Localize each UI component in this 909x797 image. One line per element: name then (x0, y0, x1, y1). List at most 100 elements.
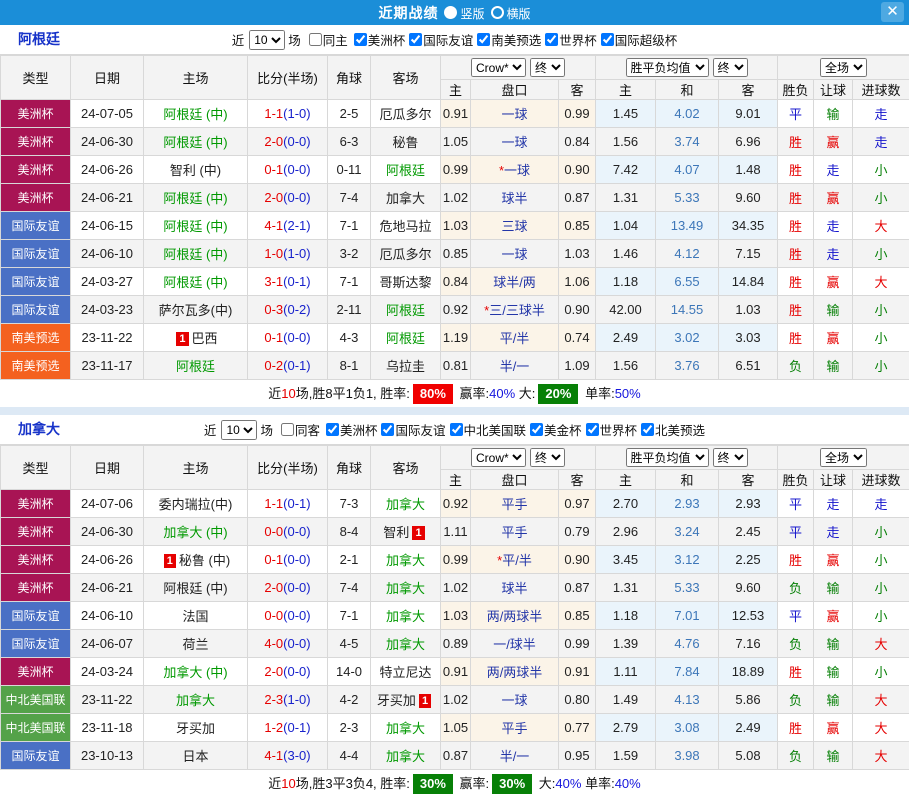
col-home: 主场 (144, 446, 248, 490)
handicap-away-odds: 0.79 (559, 518, 596, 546)
avg-home-odds: 42.00 (596, 296, 656, 324)
col-away: 客场 (371, 56, 441, 100)
fulltime-select[interactable]: 全场 (820, 58, 867, 77)
handicap-away-odds: 0.91 (559, 658, 596, 686)
col-avg-home: 主 (596, 470, 656, 490)
result-goals: 大 (853, 630, 909, 658)
handicap-home-odds: 1.03 (441, 602, 471, 630)
result-goals: 大 (853, 212, 909, 240)
col-corner: 角球 (328, 446, 371, 490)
match-row: 美洲杯24-07-05阿根廷 (中)1-1(1-0)2-5厄瓜多尔0.91一球0… (1, 100, 909, 128)
halftime-score: (0-0) (283, 580, 310, 595)
result-handicap: 输 (814, 296, 853, 324)
match-date: 24-06-26 (71, 156, 144, 184)
match-row: 南美预选23-11-221巴西0-1(0-0)4-3阿根廷1.19平/半0.74… (1, 324, 909, 352)
avg-final-select[interactable]: 终 (713, 448, 748, 467)
match-date: 24-06-30 (71, 518, 144, 546)
rank-badge: 1 (412, 526, 424, 540)
league-checkbox-0-0[interactable] (354, 33, 367, 46)
window-title: 近期战绩 (378, 5, 438, 21)
col-let-goal: 让球 (814, 470, 853, 490)
handicap-away-odds: 0.99 (559, 630, 596, 658)
match-row: 国际友谊24-03-27阿根廷 (中)3-1(0-1)7-1哥斯达黎0.84球半… (1, 268, 909, 296)
avg-type-select[interactable]: 胜平负均值 (626, 448, 709, 467)
avg-away-odds: 1.48 (719, 156, 778, 184)
away-team: 阿根廷 (371, 156, 441, 184)
score: 4-1(2-1) (248, 212, 328, 240)
home-team-name: 萨尔瓦多(中) (159, 303, 233, 318)
league-checkbox-1-4[interactable] (586, 423, 599, 436)
home-team: 日本 (144, 742, 248, 770)
match-type-badge: 国际友谊 (1, 212, 71, 240)
away-team: 智利1 (371, 518, 441, 546)
away-team-name: 阿根廷 (386, 163, 425, 178)
league-checkbox-1-0[interactable] (326, 423, 339, 436)
layout-vertical-radio[interactable] (444, 6, 457, 19)
same-venue-checkbox[interactable] (309, 33, 322, 46)
handicap-final-select[interactable]: 终 (530, 58, 565, 77)
score: 0-0(0-0) (248, 602, 328, 630)
match-date: 24-06-10 (71, 240, 144, 268)
same-venue-checkbox[interactable] (281, 423, 294, 436)
avg-draw-odds: 4.76 (656, 630, 719, 658)
avg-final-select[interactable]: 终 (713, 58, 748, 77)
halftime-score: (2-1) (283, 218, 310, 233)
summary-segment: 大: (535, 776, 555, 791)
handicap-line: 两/两球半 (471, 658, 559, 686)
league-checkbox-1-2[interactable] (450, 423, 463, 436)
handicap-line: 球半 (471, 574, 559, 602)
away-team: 加拿大 (371, 490, 441, 518)
summary-segment: 近 (268, 386, 281, 401)
league-checkbox-1-3[interactable] (530, 423, 543, 436)
league-checkbox-1-5[interactable] (641, 423, 654, 436)
result-handicap: 输 (814, 100, 853, 128)
league-checkbox-0-3[interactable] (545, 33, 558, 46)
avg-home-odds: 1.39 (596, 630, 656, 658)
handicap-line: *三/三球半 (471, 296, 559, 324)
corners: 7-4 (328, 574, 371, 602)
home-team: 加拿大 (中) (144, 518, 248, 546)
match-count-select[interactable]: 10 (249, 30, 285, 50)
avg-draw-odds: 4.12 (656, 240, 719, 268)
close-button[interactable]: ✕ (881, 2, 904, 22)
match-date: 23-10-13 (71, 742, 144, 770)
result-wdl: 胜 (778, 184, 814, 212)
league-checkbox-1-1[interactable] (381, 423, 394, 436)
handicap-line: 球半 (471, 184, 559, 212)
home-team-name: 阿根廷 (中) (163, 135, 227, 150)
away-team-name: 特立尼达 (379, 665, 431, 680)
match-row: 美洲杯24-03-24加拿大 (中)2-0(0-0)14-0特立尼达0.91两/… (1, 658, 909, 686)
score: 0-1(0-0) (248, 546, 328, 574)
match-type-badge: 中北美国联 (1, 686, 71, 714)
result-wdl: 胜 (778, 324, 814, 352)
handicap-away-odds: 1.09 (559, 352, 596, 380)
handicap-final-select[interactable]: 终 (530, 448, 565, 467)
avg-away-odds: 1.03 (719, 296, 778, 324)
away-team-name: 智利 (383, 525, 409, 540)
league-checkbox-0-2[interactable] (477, 33, 490, 46)
match-count-select[interactable]: 10 (221, 420, 257, 440)
avg-type-select[interactable]: 胜平负均值 (626, 58, 709, 77)
result-handicap: 走 (814, 212, 853, 240)
match-type-badge: 美洲杯 (1, 156, 71, 184)
handicap-away-odds: 1.06 (559, 268, 596, 296)
handicap-away-odds: 0.90 (559, 156, 596, 184)
away-team: 乌拉圭 (371, 352, 441, 380)
layout-horizontal-radio[interactable] (491, 6, 504, 19)
league-checkbox-0-4[interactable] (601, 33, 614, 46)
league-checkbox-0-1[interactable] (409, 33, 422, 46)
corners: 2-5 (328, 100, 371, 128)
col-handicap: 盘口 (471, 470, 559, 490)
home-team: 1秘鲁 (中) (144, 546, 248, 574)
match-date: 23-11-22 (71, 686, 144, 714)
match-date: 24-07-05 (71, 100, 144, 128)
handicap-home-odds: 1.05 (441, 128, 471, 156)
bookmaker-select[interactable]: Crow* (471, 448, 526, 467)
fulltime-select[interactable]: 全场 (820, 448, 867, 467)
handicap-text: 三/三球半 (489, 303, 545, 318)
home-team: 萨尔瓦多(中) (144, 296, 248, 324)
handicap-away-odds: 0.85 (559, 602, 596, 630)
bookmaker-select[interactable]: Crow* (471, 58, 526, 77)
away-team: 危地马拉 (371, 212, 441, 240)
halftime-score: (0-1) (283, 496, 310, 511)
